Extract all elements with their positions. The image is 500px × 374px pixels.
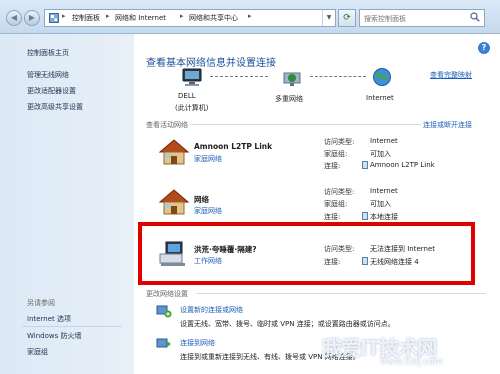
sidebar-item-homegroup[interactable]: 家庭组	[27, 347, 48, 357]
chevron-right-icon: ▸	[62, 12, 66, 20]
forward-button[interactable]: ▶	[24, 10, 40, 26]
search-field[interactable]	[359, 9, 485, 27]
active-networks-heading: 查看活动网络	[146, 121, 188, 129]
connection-line	[210, 76, 268, 77]
home-network-icon	[158, 139, 190, 165]
divider	[196, 293, 486, 294]
new-connection-icon	[156, 305, 172, 318]
connection-line	[310, 76, 366, 77]
map-internet: Internet	[366, 94, 394, 102]
refresh-button[interactable]: ⟳	[338, 9, 356, 27]
breadcrumb-sharing-center[interactable]: 网络和共享中心	[189, 13, 238, 23]
homegroup-label: 家庭组:	[324, 150, 348, 158]
breadcrumb-network-internet[interactable]: 网络和 Internet	[115, 13, 166, 23]
map-computer-name: DELL	[178, 92, 196, 100]
chevron-right-icon: ▸	[106, 12, 110, 20]
connect-to-network-link[interactable]: 连接到网络	[180, 338, 215, 348]
connect-network-icon	[156, 338, 171, 348]
vpn-adapter-icon	[362, 161, 368, 169]
homegroup-link[interactable]: 可加入	[370, 149, 391, 159]
address-bar[interactable]: ▸ 控制面板 ▸ 网络和 Internet ▸ 网络和共享中心 ▸ ▼	[44, 9, 336, 27]
setup-new-connection-desc: 设置无线、宽带、拨号、临时或 VPN 连接；或设置路由器或访问点。	[180, 320, 395, 328]
connection-link[interactable]: 本地连接	[370, 212, 398, 222]
divider	[190, 124, 421, 125]
connection-link[interactable]: Amnoon L2TP Link	[370, 161, 435, 169]
connection-label: 连接:	[324, 213, 341, 221]
access-type-label: 访问类型:	[324, 188, 355, 196]
view-full-map-link[interactable]: 查看完整映射	[430, 70, 472, 80]
breadcrumb-control-panel[interactable]: 控制面板	[72, 13, 100, 23]
divider	[22, 326, 122, 327]
address-bar-region: ◀ ▶ ▸ 控制面板 ▸ 网络和 Internet ▸ 网络和共享中心 ▸ ▼ …	[0, 0, 500, 34]
sidebar-item-internet-options[interactable]: Internet 选项	[27, 314, 71, 324]
chevron-right-icon: ▸	[248, 12, 252, 20]
sidebar-item-windows-firewall[interactable]: Windows 防火墙	[27, 331, 81, 341]
ethernet-adapter-icon	[362, 212, 368, 220]
map-multiple-networks: 多重网络	[275, 95, 303, 103]
home-network-icon	[158, 189, 190, 215]
map-computer-sub: (此计算机)	[175, 104, 209, 112]
computer-icon	[182, 68, 202, 86]
main-content: ? 查看基本网络信息并设置连接 查看完整映射 DELL (此计算机) 多重网络 …	[134, 34, 500, 374]
network-name: Amnoon L2TP Link	[194, 142, 273, 151]
homegroup-link[interactable]: 可加入	[370, 199, 391, 209]
access-type-label: 访问类型:	[324, 138, 355, 146]
highlight-box	[138, 222, 475, 285]
globe-icon	[373, 68, 391, 86]
network-type-link[interactable]: 家庭网络	[194, 154, 222, 164]
sidebar-item-manage-wireless[interactable]: 管理无线网络	[27, 70, 69, 80]
connect-disconnect-link[interactable]: 连接或断开连接	[423, 120, 472, 130]
access-type-value: Internet	[370, 187, 398, 195]
access-type-value: Internet	[370, 137, 398, 145]
multiple-networks-icon	[283, 72, 301, 86]
sidebar-item-advanced-sharing[interactable]: 更改高级共享设置	[27, 102, 83, 112]
back-button[interactable]: ◀	[6, 10, 22, 26]
sidebar-item-change-adapter[interactable]: 更改适配器设置	[27, 86, 76, 96]
search-input[interactable]	[364, 12, 466, 25]
see-also-heading: 另请参阅	[27, 299, 55, 307]
search-icon[interactable]	[470, 12, 480, 22]
help-icon[interactable]: ?	[478, 42, 490, 54]
address-dropdown-button[interactable]: ▼	[322, 10, 335, 26]
network-name: 网络	[194, 195, 209, 204]
watermark-url: www.52ij.com	[380, 357, 443, 367]
sidebar: 控制面板主页 管理无线网络 更改适配器设置 更改高级共享设置 另请参阅 Inte…	[0, 34, 134, 374]
change-settings-heading: 更改网络设置	[146, 290, 188, 298]
control-panel-icon	[49, 13, 59, 23]
sidebar-item-control-panel-home[interactable]: 控制面板主页	[27, 48, 69, 58]
network-type-link[interactable]: 家庭网络	[194, 206, 222, 216]
chevron-right-icon: ▸	[180, 12, 184, 20]
connection-label: 连接:	[324, 162, 341, 170]
setup-new-connection-link[interactable]: 设置新的连接或网络	[180, 305, 243, 315]
page-title: 查看基本网络信息并设置连接	[146, 58, 276, 69]
homegroup-label: 家庭组:	[324, 200, 348, 208]
